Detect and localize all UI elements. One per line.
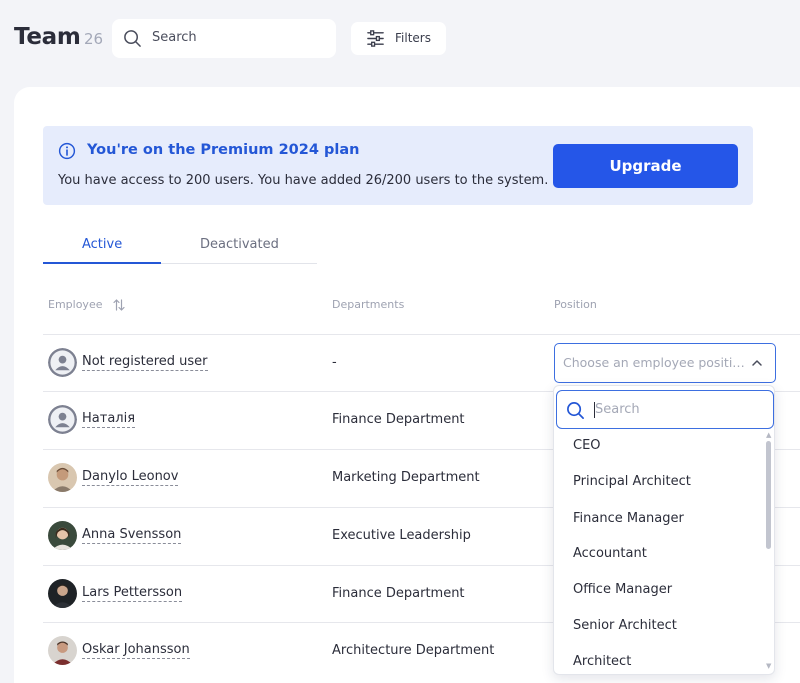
position-search-input[interactable]: Search <box>556 390 774 429</box>
scroll-down-arrow-icon[interactable]: ▼ <box>766 662 771 670</box>
search-input[interactable]: Search <box>112 19 336 58</box>
plan-title: You're on the Premium 2024 plan <box>87 142 360 158</box>
person-photo-icon <box>48 636 77 665</box>
column-header-departments: Departments <box>332 298 405 311</box>
position-option[interactable]: Office Manager <box>573 582 672 597</box>
avatar-placeholder <box>48 405 77 434</box>
position-option[interactable]: Senior Architect <box>573 618 677 633</box>
avatar-photo <box>48 579 77 608</box>
column-header-employee[interactable]: Employee <box>48 298 102 311</box>
position-dropdown: Search CEO Principal Architect Finance M… <box>553 385 775 675</box>
employee-department: Finance Department <box>332 586 465 601</box>
employee-name[interactable]: Наталія <box>82 411 136 428</box>
plan-banner: You're on the Premium 2024 plan You have… <box>43 126 753 205</box>
search-placeholder: Search <box>152 30 197 45</box>
employee-name[interactable]: Danylo Leonov <box>82 469 179 486</box>
scroll-up-arrow-icon[interactable]: ▲ <box>766 431 771 439</box>
position-option[interactable]: Principal Architect <box>573 474 691 489</box>
status-tabs: Active Deactivated <box>43 226 317 264</box>
sort-icon[interactable] <box>113 298 125 312</box>
position-option[interactable]: Accountant <box>573 546 647 561</box>
employee-name[interactable]: Not registered user <box>82 354 208 371</box>
position-option[interactable]: Finance Manager <box>573 511 684 526</box>
employee-name[interactable]: Lars Pettersson <box>82 585 183 602</box>
scrollbar-thumb[interactable] <box>766 441 771 549</box>
employee-department: - <box>332 355 337 370</box>
tab-deactivated[interactable]: Deactivated <box>200 237 279 252</box>
page-title: Team <box>14 24 81 50</box>
person-photo-icon <box>48 521 77 550</box>
info-icon <box>58 142 76 160</box>
avatar-photo <box>48 463 77 492</box>
employee-name[interactable]: Anna Svensson <box>82 527 182 544</box>
upgrade-button[interactable]: Upgrade <box>553 144 738 188</box>
employee-department: Marketing Department <box>332 470 480 485</box>
employee-department: Architecture Department <box>332 643 495 658</box>
top-bar: Team 26 Search Filters <box>0 0 800 80</box>
person-photo-icon <box>48 579 77 608</box>
filters-label: Filters <box>395 31 431 45</box>
avatar-photo <box>48 521 77 550</box>
active-tab-indicator <box>43 262 161 264</box>
sliders-icon <box>367 30 384 47</box>
search-icon <box>567 402 584 419</box>
filters-button[interactable]: Filters <box>351 22 446 55</box>
person-photo-icon <box>48 463 77 492</box>
position-option[interactable]: CEO <box>573 438 601 453</box>
search-icon <box>124 30 141 47</box>
tab-active[interactable]: Active <box>82 237 122 252</box>
chevron-up-icon <box>752 360 762 366</box>
position-option[interactable]: Architect <box>573 654 631 669</box>
plan-description: You have access to 200 users. You have a… <box>58 173 549 188</box>
employee-department: Finance Department <box>332 412 465 427</box>
avatar-photo <box>48 636 77 665</box>
team-count: 26 <box>84 30 104 48</box>
position-search-placeholder: Search <box>595 402 640 417</box>
column-header-position: Position <box>554 298 597 311</box>
user-icon <box>48 405 77 434</box>
position-select[interactable]: Choose an employee position <box>554 343 776 383</box>
employee-name[interactable]: Oskar Johansson <box>82 642 190 659</box>
user-icon <box>48 348 77 377</box>
employee-department: Executive Leadership <box>332 528 471 543</box>
position-select-placeholder: Choose an employee position <box>563 355 745 370</box>
avatar-placeholder <box>48 348 77 377</box>
